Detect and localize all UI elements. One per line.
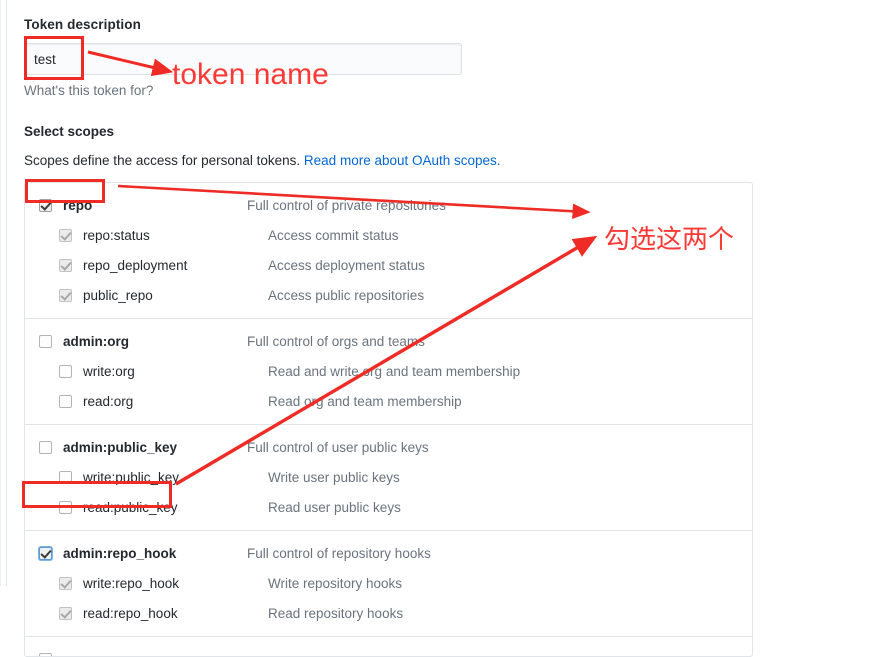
select-scopes-description: Scopes define the access for personal to… [24,152,784,170]
scope-checkbox-repo-deployment [59,259,72,272]
scope-description-label: Full control of user public keys [247,439,429,456]
scope-child-row[interactable]: write:public_keyWrite user public keys [25,462,752,492]
scope-name-label: repo [63,197,247,214]
scope-description-label: Full control of orgs and teams [247,333,425,350]
scope-child-row[interactable]: public_repoAccess public repositories [25,280,752,310]
scope-parent-row[interactable] [25,644,752,656]
page-edge-line [6,0,7,586]
scope-checkbox-admin-repo-hook[interactable] [39,547,52,560]
scope-description-label: Read and write org and team membership [268,363,520,380]
token-description-input[interactable] [24,43,462,75]
scope-group: repoFull control of private repositories… [25,183,752,319]
scope-child-row[interactable]: write:orgRead and write org and team mem… [25,356,752,386]
scope-description-label: Read org and team membership [268,393,462,410]
scope-checkbox-write-repo-hook [59,577,72,590]
scope-name-label: admin:public_key [63,439,247,456]
token-settings-form: Token description What's this token for?… [24,0,784,657]
scope-description-label: Full control of repository hooks [247,545,431,562]
scope-name-label: repo_deployment [83,257,268,274]
scope-description-label: Write user public keys [268,469,400,486]
scopes-description-text: Scopes define the access for personal to… [24,153,304,168]
scope-name-label: read:public_key [83,499,268,516]
scope-checkbox-admin-public-key[interactable] [39,441,52,454]
scope-parent-row[interactable]: admin:repo_hookFull control of repositor… [25,538,752,568]
page-edge-line-outer [0,0,1,586]
scope-group-clipped [25,637,752,656]
scope-checkbox-clipped[interactable] [39,653,52,657]
scope-checkbox-write-public-key[interactable] [59,471,72,484]
scope-name-label: repo:status [83,227,268,244]
scope-description-label: Access commit status [268,227,399,244]
scope-name-label: write:public_key [83,469,268,486]
scope-parent-row[interactable]: admin:public_keyFull control of user pub… [25,432,752,462]
scope-group: admin:public_keyFull control of user pub… [25,425,752,531]
scope-checkbox-read-public-key[interactable] [59,501,72,514]
scope-description-label: Read user public keys [268,499,401,516]
scope-description-label: Access public repositories [268,287,424,304]
scope-checkbox-write-org[interactable] [59,365,72,378]
scope-group: admin:repo_hookFull control of repositor… [25,531,752,637]
oauth-scopes-link[interactable]: Read more about OAuth scopes. [304,153,501,168]
scope-checkbox-read-repo-hook [59,607,72,620]
scope-description-label: Write repository hooks [268,575,402,592]
scope-name-label: admin:repo_hook [63,545,247,562]
scope-group: admin:orgFull control of orgs and teamsw… [25,319,752,425]
scope-checkbox-repo-status [59,229,72,242]
scope-name-label: read:repo_hook [83,605,268,622]
scope-name-label: write:repo_hook [83,575,268,592]
scope-name-label: admin:org [63,333,247,350]
scope-child-row[interactable]: write:repo_hookWrite repository hooks [25,568,752,598]
scope-checkbox-public-repo [59,289,72,302]
scope-parent-row[interactable]: admin:orgFull control of orgs and teams [25,326,752,356]
scope-child-row[interactable]: read:orgRead org and team membership [25,386,752,416]
token-description-label: Token description [24,16,784,34]
scope-checkbox-admin-org[interactable] [39,335,52,348]
scope-child-row[interactable]: repo_deploymentAccess deployment status [25,250,752,280]
select-scopes-heading: Select scopes [24,123,784,141]
scope-description-label: Read repository hooks [268,605,403,622]
token-description-help-text: What's this token for? [24,82,784,99]
scope-checkbox-repo[interactable] [39,199,52,212]
scope-child-row[interactable]: repo:statusAccess commit status [25,220,752,250]
scope-child-row[interactable]: read:public_keyRead user public keys [25,492,752,522]
scope-description-label: Access deployment status [268,257,425,274]
scope-description-label: Full control of private repositories [247,197,446,214]
scope-child-row[interactable]: read:repo_hookRead repository hooks [25,598,752,628]
scope-parent-row[interactable]: repoFull control of private repositories [25,190,752,220]
scope-name-label: write:org [83,363,268,380]
scope-name-label: read:org [83,393,268,410]
scope-checkbox-read-org[interactable] [59,395,72,408]
scope-name-label: public_repo [83,287,268,304]
